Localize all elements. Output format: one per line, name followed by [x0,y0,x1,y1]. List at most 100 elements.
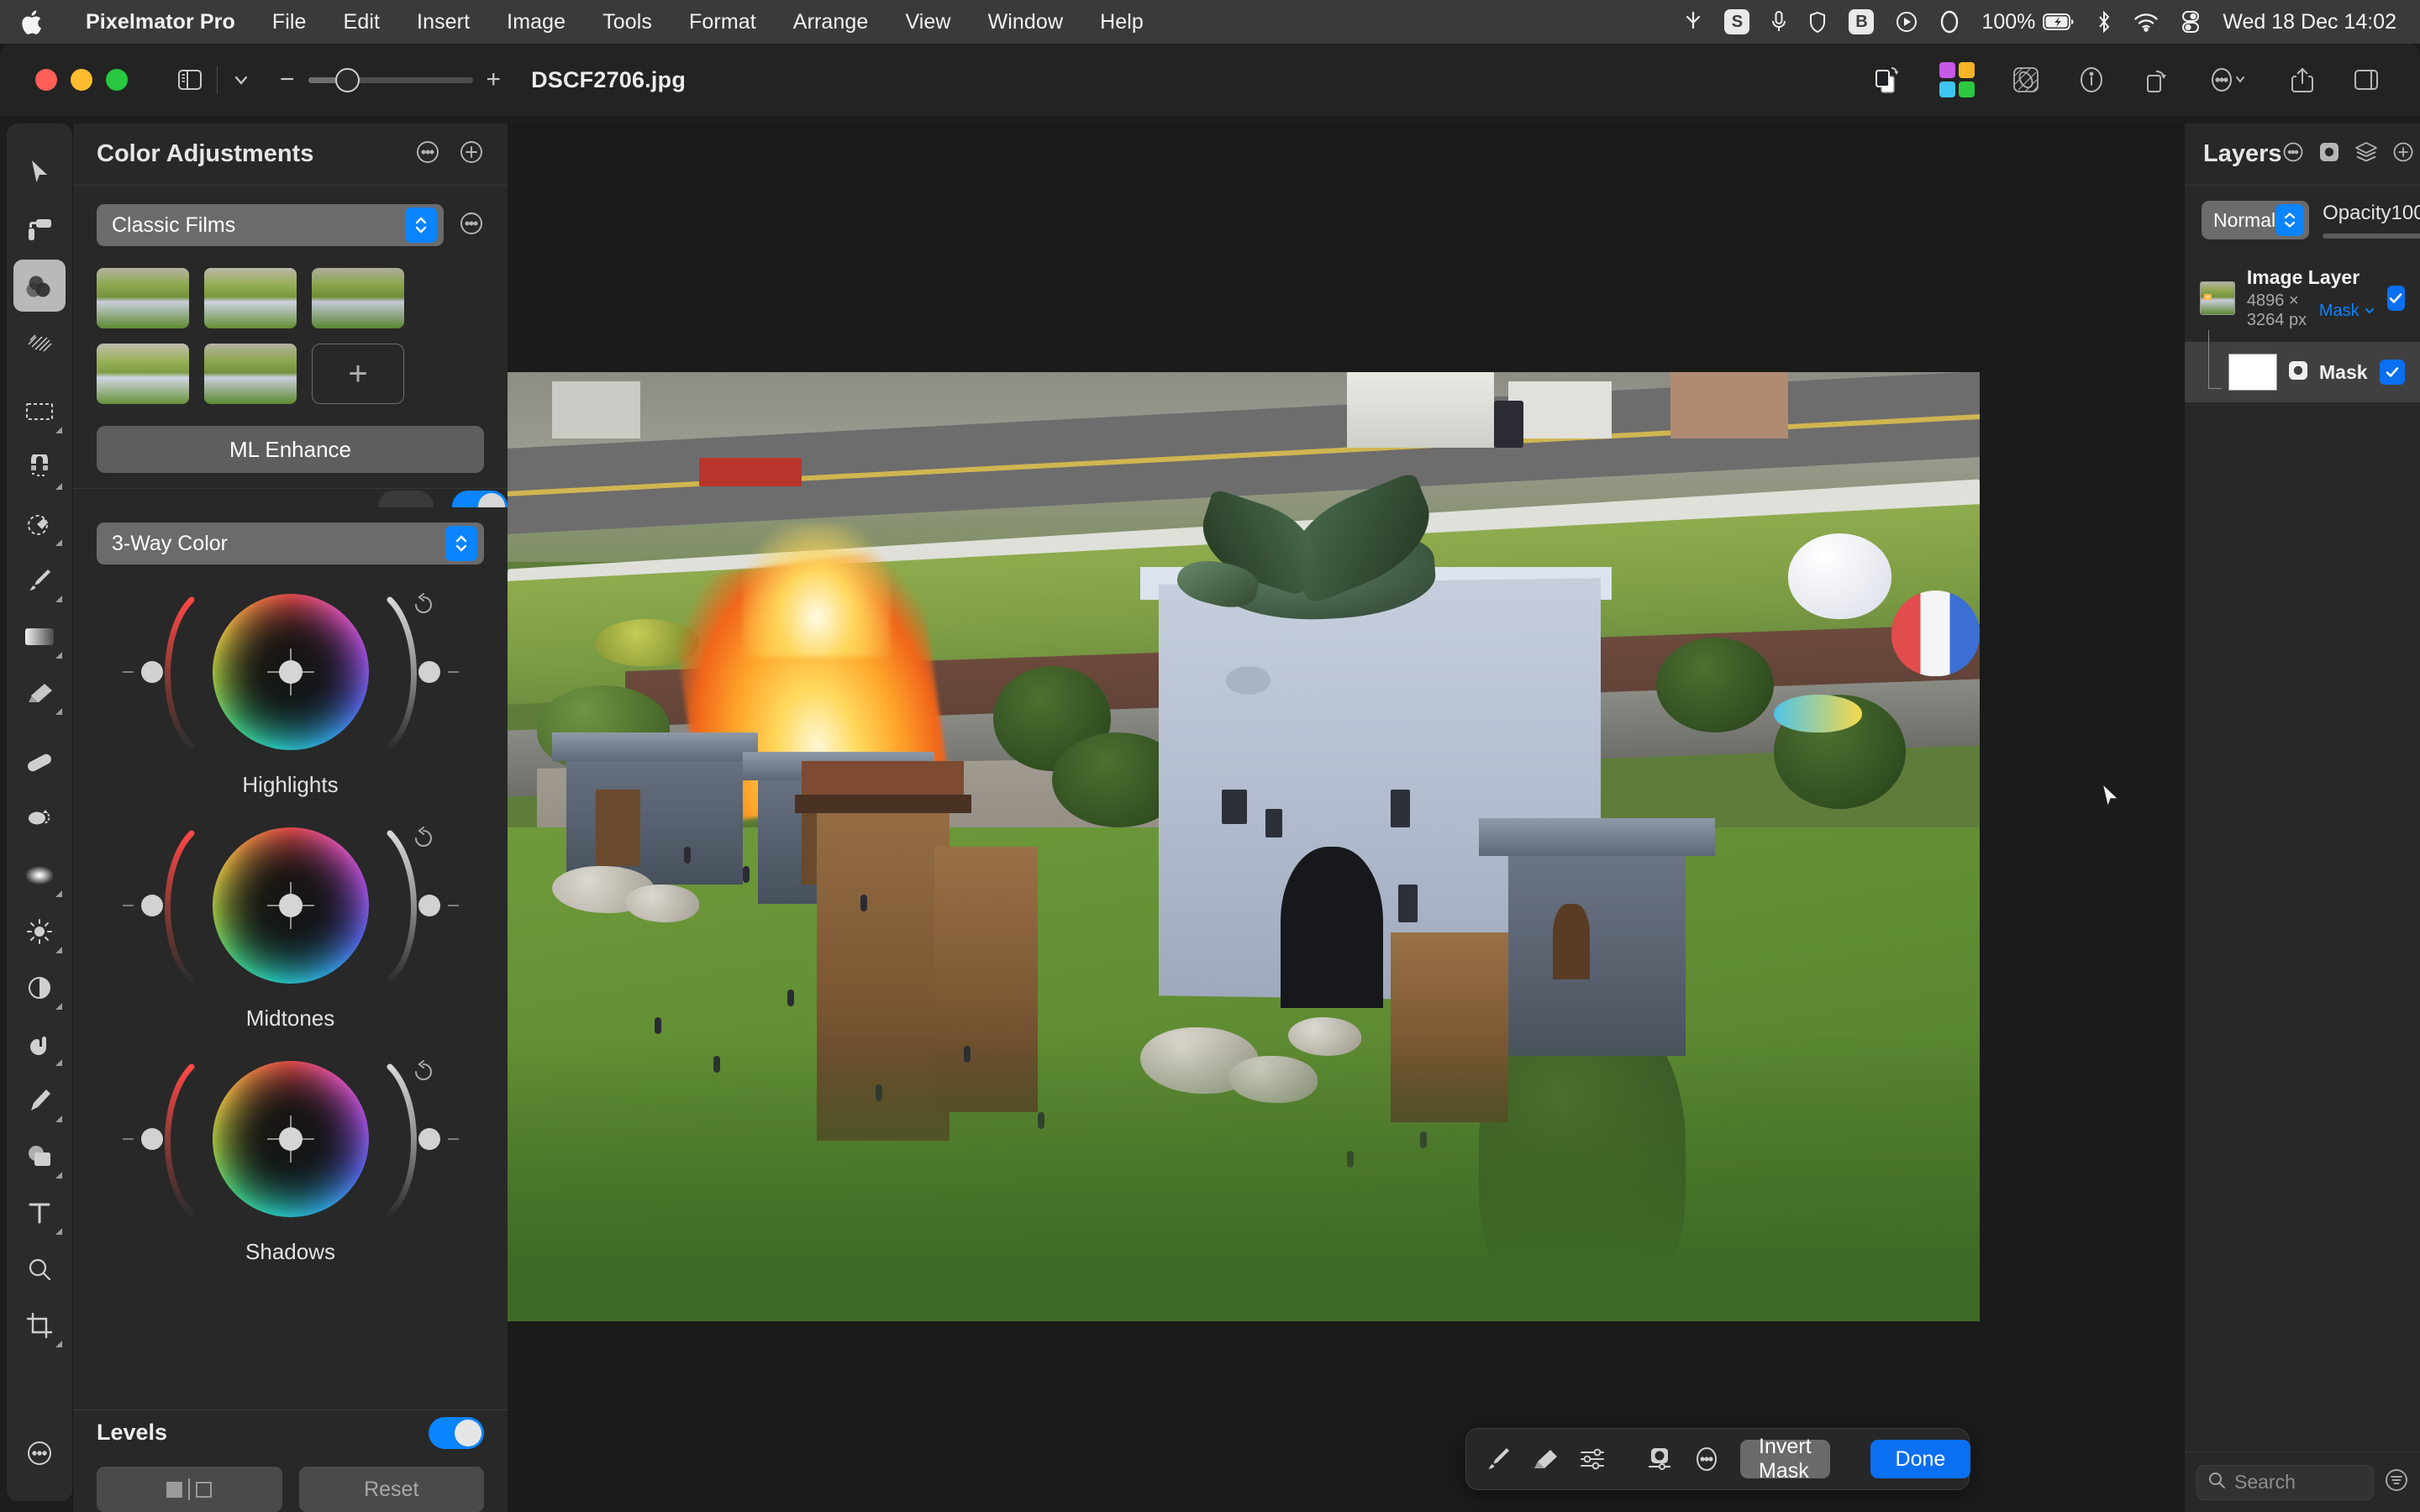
more-options-icon[interactable] [2282,141,2304,167]
zoom-slider[interactable] [308,67,473,92]
text-tool[interactable] [13,1187,66,1239]
canvas-image[interactable] [508,372,1980,1321]
adjustment-toggle-peek[interactable] [452,491,508,507]
more-options-icon[interactable] [2208,66,2252,94]
preset-more-icon[interactable] [459,211,484,240]
mask-visibility-checkbox[interactable] [2380,360,2405,385]
b-badge-icon[interactable]: B [1849,9,1875,34]
adjustment-control-peek[interactable] [378,491,434,507]
rectangular-select-tool[interactable] [13,386,66,438]
shadows-color-wheel[interactable] [212,1061,369,1217]
stepper-icon[interactable] [445,526,477,561]
preset-thumbnail[interactable] [97,268,189,328]
chevron-down-icon[interactable] [231,70,251,90]
menu-item-edit[interactable]: Edit [325,10,398,34]
done-button[interactable]: Done [1870,1440,1971,1478]
opacity-control[interactable]: Opacity 100% [2323,202,2420,239]
minimize-button[interactable] [71,69,92,91]
slider-knob[interactable] [418,895,440,916]
midtones-color-wheel[interactable] [212,827,369,984]
zoom-tool[interactable] [13,1243,66,1295]
menu-item-arrange[interactable]: Arrange [775,10,887,34]
highlights-exposure-slider[interactable] [378,595,459,749]
blur-tool[interactable] [13,849,66,901]
paintbrush-tool[interactable] [13,554,66,606]
layer-row-image-layer[interactable]: Image Layer 4896 × 3264 px Mask [2185,255,2420,342]
more-options-icon[interactable] [415,139,440,169]
menu-item-window[interactable]: Window [970,10,1082,34]
zoom-out-button[interactable]: − [280,67,295,92]
microphone-icon[interactable] [1771,10,1786,34]
slider-knob[interactable] [140,1128,163,1150]
lighten-tool[interactable] [13,906,66,958]
control-center-icon[interactable] [2181,10,2201,34]
brush-icon[interactable] [1485,1446,1512,1473]
adjustment-type-select[interactable]: 3-Way Color [97,522,484,564]
zoom-slider-group[interactable]: − + [280,67,501,92]
color-palette-icon[interactable] [1939,62,1975,97]
sidebar-toggle-icon[interactable] [176,66,203,93]
shapes-tool[interactable] [13,1131,66,1183]
circle-icon[interactable] [1939,9,1960,34]
highlights-temperature-slider[interactable] [122,595,203,749]
stepper-icon[interactable] [405,207,437,243]
sliders-icon[interactable] [1579,1446,1606,1472]
slider-knob[interactable] [140,895,163,916]
highlights-color-wheel[interactable] [212,594,369,750]
invert-mask-button[interactable]: Invert Mask [1740,1435,1830,1483]
rotate-icon[interactable] [2143,66,2171,94]
magnetic-select-tool[interactable] [13,442,66,494]
menu-item-file[interactable]: File [254,10,325,34]
effects-tool[interactable] [13,316,66,368]
menu-bar-clock[interactable]: Wed 18 Dec 14:02 [2223,10,2396,34]
reset-button[interactable]: Reset [298,1467,484,1512]
clone-tool[interactable] [13,793,66,845]
menu-item-pixelmator-pro[interactable]: Pixelmator Pro [67,10,254,34]
share-icon[interactable] [2289,66,2316,94]
smudge-tool[interactable] [13,1018,66,1070]
shadows-exposure-slider[interactable] [378,1062,459,1216]
canvas-area[interactable]: Invert Mask Done [508,123,2184,1512]
ml-enhance-button[interactable]: ML Enhance [97,426,484,473]
menu-item-view[interactable]: View [886,10,969,34]
battery-status[interactable]: 100% [1981,10,2075,34]
search-input[interactable]: Search [2196,1464,2374,1500]
arrange-icon[interactable] [1872,65,1902,95]
burn-tool[interactable] [13,962,66,1014]
wifi-icon[interactable] [2133,12,2159,32]
layer-visibility-checkbox[interactable] [2386,286,2405,311]
more-options-icon[interactable] [1693,1446,1720,1473]
blend-mode-select[interactable]: Normal [2202,201,2310,239]
menu-item-help[interactable]: Help [1081,10,1162,34]
wheel-handle[interactable] [278,660,302,684]
layer-row-mask[interactable]: Mask [2185,330,2420,402]
compare-button[interactable] [97,1467,282,1512]
apple-menu-icon[interactable] [18,8,44,36]
menu-item-tools[interactable]: Tools [584,10,671,34]
menu-item-format[interactable]: Format [671,10,775,34]
wheel-handle[interactable] [278,894,302,917]
bluetooth-icon[interactable] [2096,10,2112,34]
preset-thumbnail[interactable] [204,268,297,328]
stepper-icon[interactable] [2275,204,2305,236]
right-sidebar-icon[interactable] [2353,66,2380,93]
info-icon[interactable] [2077,66,2106,94]
levels-toggle[interactable] [429,1416,484,1449]
midtones-temperature-slider[interactable] [122,828,203,983]
pen-tool[interactable] [13,1074,66,1126]
arrow-select-tool[interactable] [13,147,66,199]
opacity-slider[interactable] [2323,234,2420,239]
add-preset-button[interactable]: + [312,344,404,404]
download-arrow-icon[interactable] [1684,10,1702,34]
zoom-slider-knob[interactable] [334,67,360,92]
paint-roller-tool[interactable] [13,203,66,255]
slider-knob[interactable] [418,661,440,683]
add-layer-icon[interactable] [2392,141,2414,167]
shield-icon[interactable] [1808,11,1827,34]
quick-select-tool[interactable] [13,498,66,550]
mask-icon[interactable] [1646,1446,1673,1473]
preset-thumbnail[interactable] [204,344,297,404]
eraser-tool[interactable] [13,667,66,719]
maximize-button[interactable] [106,69,128,91]
color-adjustments-tool[interactable] [13,260,66,312]
